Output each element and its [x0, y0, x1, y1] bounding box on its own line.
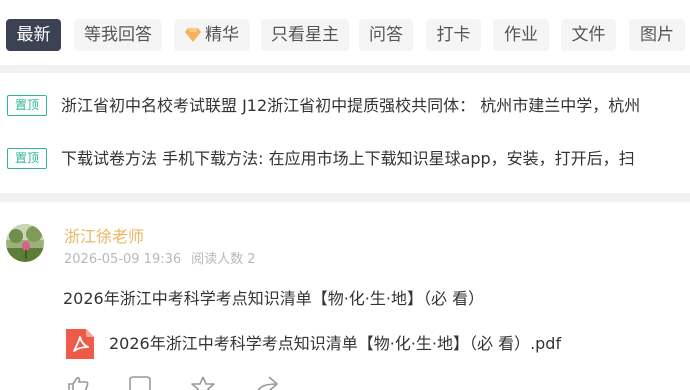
file-attachment[interactable]: 2026年浙江中考科学考点知识清单【物·化·生·地】（必 看）.pdf — [63, 327, 690, 363]
post-date: 2026-05-09 19:36 — [64, 252, 182, 267]
like-icon[interactable] — [66, 376, 90, 390]
pinned-list: 置顶 浙江省初中名校考试联盟 J12浙江省初中提质强校共同体： 杭州市建兰中学，… — [0, 73, 690, 193]
tab-label: 精华 — [205, 25, 239, 45]
read-count: 阅读人数 2 — [191, 252, 256, 267]
tab-label: 作业 — [504, 25, 538, 45]
star-icon[interactable] — [190, 376, 216, 390]
file-name: 2026年浙江中考科学考点知识清单【物·化·生·地】（必 看）.pdf — [109, 334, 562, 353]
tab-label: 只看星主 — [271, 25, 339, 45]
comment-icon[interactable] — [128, 376, 152, 390]
tab-images[interactable]: 图片 — [629, 19, 685, 51]
avatar[interactable] — [6, 224, 44, 262]
pinned-badge: 置顶 — [7, 148, 47, 169]
tab-label: 最新 — [16, 25, 51, 45]
tab-label: 等我回答 — [84, 25, 152, 45]
post-meta: 2026-05-09 19:36 阅读人数 2 — [64, 251, 256, 269]
tab-featured[interactable]: 精华 — [174, 19, 250, 51]
tab-checkin[interactable]: 打卡 — [426, 19, 481, 51]
diamond-icon — [185, 28, 201, 42]
tab-homework[interactable]: 作业 — [493, 19, 549, 51]
post-card: 浙江徐老师 2026-05-09 19:36 阅读人数 2 2026年浙江中考科学… — [0, 202, 690, 390]
post-actions — [0, 376, 690, 390]
filter-tab-bar: 最新 等我回答 精华 只看星主 问答 打卡 作业 文件 图片 — [0, 0, 690, 65]
section-divider — [0, 193, 690, 202]
tab-label: 图片 — [640, 25, 674, 45]
tab-qa[interactable]: 问答 — [359, 19, 413, 51]
tab-label: 打卡 — [436, 25, 471, 45]
tab-label: 文件 — [571, 25, 606, 45]
author-name[interactable]: 浙江徐老师 — [64, 226, 144, 248]
pinned-item[interactable]: 置顶 浙江省初中名校考试联盟 J12浙江省初中提质强校共同体： 杭州市建兰中学，… — [0, 92, 690, 122]
pinned-text: 下载试卷方法 手机下载方法: 在应用市场上下载知识星球app，安装，打开后，扫 — [61, 149, 635, 168]
avatar-image — [6, 224, 44, 262]
pdf-file-icon — [66, 329, 94, 359]
share-icon[interactable] — [254, 376, 280, 390]
tab-label: 问答 — [369, 25, 403, 45]
tab-waiting-answer[interactable]: 等我回答 — [74, 19, 162, 51]
section-divider — [0, 65, 690, 73]
tab-owner-only[interactable]: 只看星主 — [261, 19, 349, 51]
pinned-text: 浙江省初中名校考试联盟 J12浙江省初中提质强校共同体： 杭州市建兰中学，杭州 — [61, 96, 641, 115]
tab-files[interactable]: 文件 — [561, 19, 616, 51]
pinned-item[interactable]: 置顶 下载试卷方法 手机下载方法: 在应用市场上下载知识星球app，安装，打开后… — [0, 145, 690, 175]
tab-latest[interactable]: 最新 — [6, 19, 61, 51]
post-title[interactable]: 2026年浙江中考科学考点知识清单【物·化·生·地】（必 看） — [63, 287, 484, 311]
pinned-badge: 置顶 — [7, 95, 47, 116]
